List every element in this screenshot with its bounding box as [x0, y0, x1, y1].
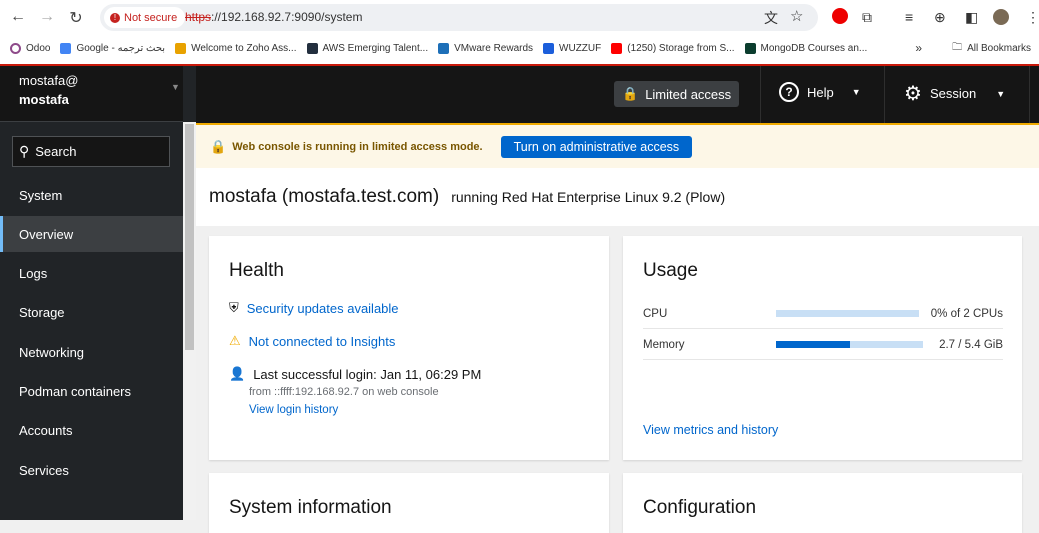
- divider: [1029, 66, 1030, 123]
- bookmark-favicon-icon: [611, 42, 623, 54]
- scrollbar-thumb[interactable]: [185, 124, 194, 350]
- caret-down-icon: ▼: [851, 87, 861, 97]
- help-icon: ?: [779, 82, 799, 102]
- bookmark-item[interactable]: VMware Rewards: [438, 42, 533, 54]
- browser-chrome: ← → ↻ ! Not secure https://192.168.92.7:9…: [0, 0, 1039, 64]
- bookmarks-bar: Odoo Google - بحث ترجمه Welcome to Zoho As…: [0, 36, 1039, 60]
- sidebar-item-logs[interactable]: Logs: [0, 256, 183, 292]
- folder-icon: 🗀: [952, 41, 963, 53]
- bookmark-item[interactable]: AWS Emerging Talent...: [306, 42, 428, 54]
- health-card: Health ⛨ Security updates available ⚠ Not …: [209, 236, 609, 460]
- scrollbar[interactable]: [183, 122, 196, 520]
- menu-icon[interactable]: ⋮: [1026, 9, 1039, 26]
- turn-on-admin-button[interactable]: Turn on administrative access: [500, 135, 693, 158]
- usage-bar-fill: [776, 341, 850, 348]
- limited-access-button[interactable]: 🔒 Limited access: [614, 81, 740, 107]
- extensions-icon[interactable]: ⧉: [862, 9, 872, 26]
- star-icon[interactable]: ☆: [790, 7, 803, 25]
- bookmark-item[interactable]: WUZZUF: [543, 42, 601, 54]
- bookmark-favicon-icon: [306, 42, 318, 54]
- bookmark-item[interactable]: (1250) Storage from S...: [611, 42, 735, 54]
- url-text[interactable]: https://192.168.92.7:9090/system: [185, 10, 362, 24]
- user-icon: 👤: [229, 366, 246, 381]
- session-menu[interactable]: ⚙ Session ▼: [904, 81, 1005, 106]
- login-history-link[interactable]: View login history: [249, 404, 338, 416]
- bookmark-item[interactable]: Welcome to Zoho Ass...: [175, 42, 297, 54]
- help-menu[interactable]: ? Help ▼: [779, 82, 861, 102]
- divider: [760, 66, 761, 123]
- top-bar: 🔒 Limited access ? Help ▼ ⚙ Session ▼: [196, 66, 1039, 123]
- sidebar-item-networking[interactable]: Networking: [0, 334, 183, 370]
- media-icon[interactable]: ≡: [905, 9, 913, 25]
- divider: [884, 66, 885, 123]
- bookmark-item[interactable]: Odoo: [10, 42, 50, 54]
- forward-icon[interactable]: →: [37, 8, 57, 26]
- caret-down-icon: ▼: [171, 82, 180, 92]
- usage-bar: [776, 310, 919, 317]
- bookmark-favicon-icon: [543, 42, 555, 54]
- gear-icon: ⚙: [904, 83, 922, 105]
- back-icon[interactable]: ←: [8, 8, 28, 26]
- address-bar[interactable]: ! Not secure https://192.168.92.7:9090/sy…: [100, 4, 818, 31]
- usage-row-cpu: CPU 0% of 2 CPUs: [643, 299, 1003, 329]
- sidebar-item-storage[interactable]: Storage: [0, 295, 183, 331]
- warning-icon: ⚠: [229, 333, 241, 348]
- search-input[interactable]: ⚲ Search: [12, 136, 170, 167]
- profile-avatar[interactable]: [993, 9, 1009, 25]
- sidebar: mostafa@ mostafa ▼ ⚲ Search System Overvie…: [0, 66, 196, 520]
- more-bookmarks-button[interactable]: »: [915, 41, 922, 55]
- limited-access-alert: 🔒 Web console is running in limited acce…: [196, 123, 1039, 168]
- lock-icon: 🔒: [210, 138, 227, 154]
- page-title: mostafa (mostafa.test.com) running Red H…: [196, 168, 1039, 226]
- sidebar-item-system[interactable]: System: [0, 177, 183, 213]
- bookmark-favicon-icon: [175, 42, 187, 54]
- bookmark-favicon-icon: [60, 42, 72, 54]
- bookmark-favicon-icon: [744, 42, 756, 54]
- reload-icon[interactable]: ↻: [66, 8, 86, 28]
- not-secure-badge[interactable]: ! Not secure: [104, 7, 186, 28]
- sidebar-item-services[interactable]: Services: [0, 452, 183, 488]
- sidebar-item-podman-containers[interactable]: Podman containers: [0, 374, 183, 410]
- bookmark-item[interactable]: MongoDB Courses an...: [744, 42, 867, 54]
- bookmark-favicon-icon: [438, 42, 450, 54]
- insights-link[interactable]: Not connected to Insights: [249, 334, 396, 349]
- shield-icon: ⛨: [229, 300, 239, 315]
- host-switcher[interactable]: mostafa@ mostafa ▼: [0, 66, 183, 122]
- system-info-card: System information: [209, 473, 609, 533]
- translate-icon[interactable]: ⽂: [764, 8, 778, 28]
- warning-icon: !: [110, 12, 120, 23]
- sidebar-item-overview[interactable]: Overview: [0, 216, 183, 253]
- sidepanel-icon[interactable]: ◧: [965, 9, 978, 26]
- view-metrics-link[interactable]: View metrics and history: [643, 423, 778, 437]
- download-icon[interactable]: ⊕: [934, 9, 946, 26]
- usage-row-memory: Memory 2.7 / 5.4 GiB: [643, 330, 1003, 360]
- search-icon: ⚲: [19, 143, 30, 159]
- sidebar-item-accounts[interactable]: Accounts: [0, 413, 183, 449]
- lock-icon: 🔒: [622, 86, 639, 101]
- configuration-card: Configuration: [623, 473, 1022, 533]
- bookmark-item[interactable]: Google - بحث ترجمه: [60, 42, 165, 54]
- all-bookmarks[interactable]: 🗀 All Bookmarks: [952, 40, 1031, 57]
- adblock-icon[interactable]: [832, 8, 848, 24]
- security-updates-link[interactable]: Security updates available: [247, 301, 399, 316]
- usage-bar: [776, 341, 923, 348]
- bookmark-favicon-icon: [10, 42, 21, 54]
- caret-down-icon: ▼: [996, 88, 1006, 99]
- usage-card: Usage CPU 0% of 2 CPUs Memory 2.7 / 5.4 GiB…: [623, 236, 1022, 460]
